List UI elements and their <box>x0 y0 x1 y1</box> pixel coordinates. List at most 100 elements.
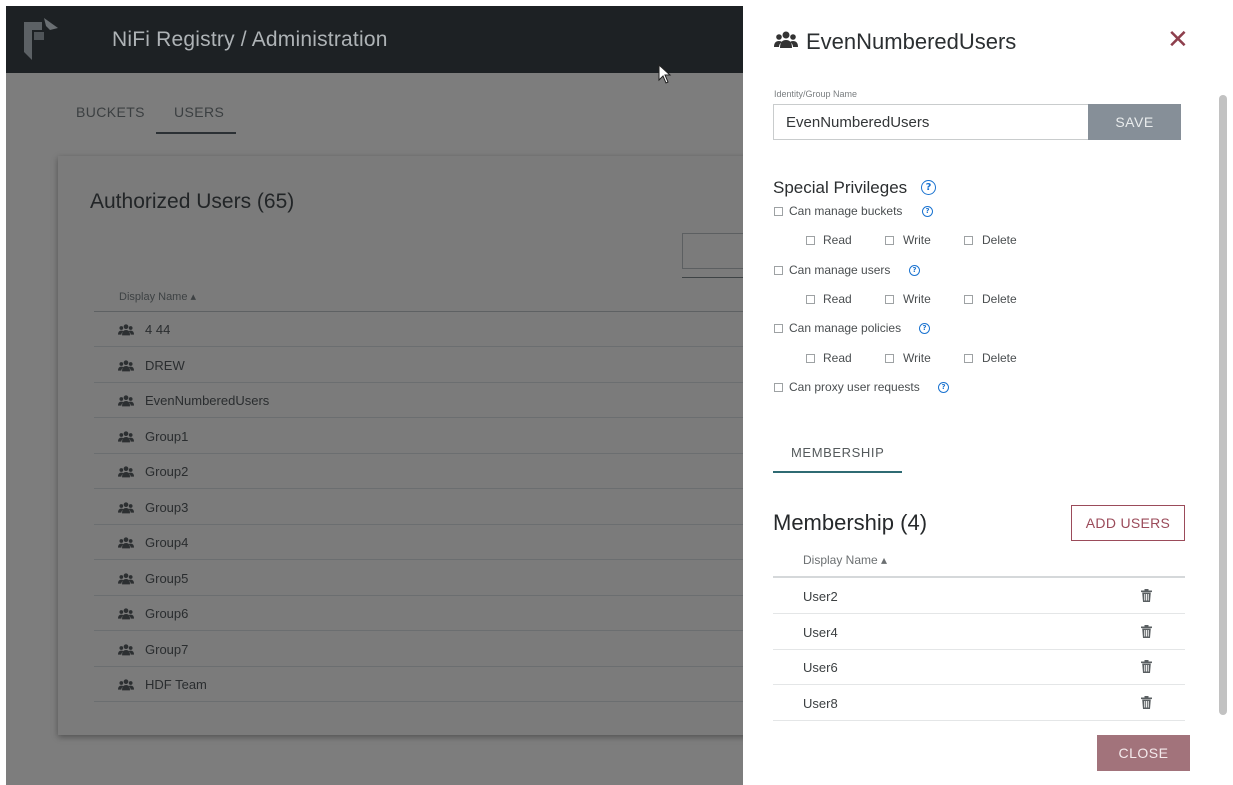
member-display-name: User8 <box>803 695 838 711</box>
policies-delete-label: Delete <box>982 351 1017 365</box>
mouse-pointer-icon <box>658 64 672 84</box>
manage-buckets-label: Can manage buckets <box>789 204 903 218</box>
trash-icon[interactable] <box>1141 695 1152 709</box>
row-display-name: Group7 <box>145 641 189 657</box>
users-group-icon <box>118 607 134 620</box>
row-display-name: DREW <box>145 357 185 373</box>
users-read-checkbox[interactable] <box>806 295 815 304</box>
identity-name-input[interactable] <box>773 104 1089 140</box>
manage-users-label: Can manage users <box>789 263 891 277</box>
row-display-name: Group3 <box>145 499 189 515</box>
panel-title: EvenNumberedUsers <box>806 29 1017 54</box>
policies-delete-checkbox[interactable] <box>964 354 973 363</box>
manage-policies-label: Can manage policies <box>789 321 902 335</box>
table-row[interactable]: EvenNumberedUsers <box>94 383 743 418</box>
users-group-icon <box>118 430 134 442</box>
policies-write-label: Write <box>903 351 931 365</box>
buckets-delete-checkbox[interactable] <box>964 236 973 245</box>
special-privileges-heading: Special Privileges <box>773 178 908 197</box>
tab-membership[interactable]: MEMBERSHIP <box>791 445 884 460</box>
buckets-read-label: Read <box>823 233 852 247</box>
row-display-name: Group1 <box>145 428 189 444</box>
membership-row: User6 <box>773 649 1185 685</box>
filter-underline <box>682 277 743 278</box>
tab-buckets[interactable]: BUCKETS <box>76 104 145 120</box>
help-icon[interactable]: ? <box>921 180 936 195</box>
help-icon[interactable]: ? <box>919 323 930 334</box>
manage-policies-checkbox[interactable] <box>774 324 783 333</box>
help-icon[interactable]: ? <box>922 206 933 217</box>
table-row[interactable]: Group6 <box>94 596 743 631</box>
buckets-read-checkbox[interactable] <box>806 236 815 245</box>
row-display-name: HDF Team <box>145 677 207 692</box>
table-row[interactable]: Group5 <box>94 561 743 596</box>
membership-display-name-header[interactable]: Display Name ▴ <box>803 553 887 567</box>
tab-users[interactable]: USERS <box>174 104 224 120</box>
display-name-column-header[interactable]: Display Name ▴ <box>119 290 196 303</box>
manage-users-checkbox[interactable] <box>774 266 783 275</box>
save-button[interactable]: SAVE <box>1088 104 1181 140</box>
table-row[interactable]: Group1 <box>94 419 743 454</box>
proxy-requests-checkbox[interactable] <box>774 383 783 392</box>
table-row[interactable]: DREW <box>94 348 743 383</box>
users-group-icon <box>118 465 134 478</box>
table-row[interactable]: HDF Team <box>94 667 743 702</box>
buckets-write-checkbox[interactable] <box>885 236 894 245</box>
edit-group-panel: EvenNumberedUsers ✕ Identity/Group Name … <box>743 0 1233 785</box>
users-group-icon <box>774 31 798 48</box>
table-row[interactable]: Group3 <box>94 490 743 525</box>
app-title: NiFi Registry / Administration <box>112 28 388 51</box>
trash-icon[interactable] <box>1141 589 1152 602</box>
member-display-name: User6 <box>803 660 838 675</box>
top-bar: NiFi Registry / Administration <box>6 6 743 73</box>
policies-read-checkbox[interactable] <box>806 354 815 363</box>
panel-scrollbar[interactable] <box>1219 95 1227 715</box>
proxy-requests-label: Can proxy user requests <box>789 380 920 394</box>
membership-row: User4 <box>773 614 1185 650</box>
active-tab-indicator <box>156 132 236 134</box>
member-display-name: User2 <box>803 589 838 604</box>
close-icon[interactable]: ✕ <box>1167 26 1189 52</box>
row-display-name: Group5 <box>145 570 189 586</box>
member-display-name: User4 <box>803 624 838 640</box>
users-group-icon <box>118 536 134 549</box>
users-group-icon <box>118 643 134 655</box>
users-group-icon <box>118 323 134 336</box>
users-delete-label: Delete <box>982 292 1017 306</box>
users-card-title: Authorized Users (65) <box>90 190 295 213</box>
app-background: NiFi Registry / Administration BUCKETS U… <box>6 6 743 785</box>
users-group-icon <box>118 678 134 691</box>
active-tab-indicator <box>773 471 902 473</box>
filter-input[interactable] <box>682 233 743 269</box>
add-users-button[interactable]: ADD USERS <box>1071 505 1185 541</box>
table-row[interactable]: Group4 <box>94 525 743 560</box>
row-display-name: Group4 <box>145 535 189 550</box>
trash-icon[interactable] <box>1141 624 1152 638</box>
table-row[interactable]: 4 44 <box>94 312 743 347</box>
row-display-name: EvenNumberedUsers <box>145 393 270 408</box>
policies-write-checkbox[interactable] <box>885 354 894 363</box>
membership-title: Membership (4) <box>773 510 928 535</box>
row-display-name: Group6 <box>145 606 189 621</box>
help-icon[interactable]: ? <box>938 382 949 393</box>
help-icon[interactable]: ? <box>909 265 920 276</box>
manage-buckets-checkbox[interactable] <box>774 207 783 216</box>
users-group-icon <box>118 501 134 513</box>
users-group-icon <box>118 572 134 584</box>
table-row[interactable]: Group7 <box>94 632 743 667</box>
users-read-label: Read <box>823 292 852 306</box>
table-row[interactable]: Group2 <box>94 454 743 489</box>
users-card: Authorized Users (65) Display Name ▴ 4 4… <box>58 156 743 735</box>
users-group-icon <box>118 359 134 371</box>
users-delete-checkbox[interactable] <box>964 295 973 304</box>
identity-field-label: Identity/Group Name <box>774 89 858 99</box>
users-write-checkbox[interactable] <box>885 295 894 304</box>
buckets-write-label: Write <box>903 233 931 247</box>
close-button[interactable]: CLOSE <box>1097 735 1190 771</box>
buckets-delete-label: Delete <box>982 233 1017 247</box>
row-display-name: Group2 <box>145 464 189 479</box>
users-write-label: Write <box>903 292 931 306</box>
trash-icon[interactable] <box>1141 660 1152 673</box>
policies-read-label: Read <box>823 351 852 365</box>
membership-row: User8 <box>773 685 1185 721</box>
